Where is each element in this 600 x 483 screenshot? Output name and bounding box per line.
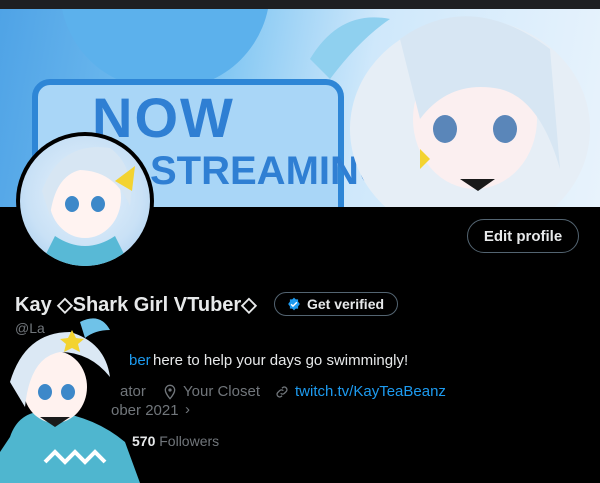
- get-verified-button[interactable]: Get verified: [274, 292, 398, 316]
- followers-label: Followers: [159, 433, 220, 449]
- verified-badge-icon: [288, 297, 300, 311]
- banner-shark-tail: [60, 9, 270, 89]
- website-text[interactable]: twitch.tv/KayTeaBeanz: [295, 383, 446, 400]
- link-icon: [276, 385, 288, 398]
- bio-text: here to help your days go swimmingly!: [153, 352, 409, 369]
- avatar-art: [40, 147, 135, 266]
- edit-profile-button[interactable]: Edit profile: [467, 219, 579, 253]
- chevron-right-icon: ›: [185, 401, 190, 418]
- profile-location: Your Closet: [162, 383, 260, 400]
- location-text: Your Closet: [183, 383, 260, 400]
- location-pin-icon: [164, 384, 176, 400]
- top-strip: [0, 0, 600, 9]
- profile-website[interactable]: twitch.tv/KayTeaBeanz: [274, 383, 446, 400]
- get-verified-label: Get verified: [307, 296, 385, 312]
- banner-character-art: [310, 16, 590, 207]
- mascot-sticker: [0, 318, 140, 483]
- avatar[interactable]: [20, 136, 150, 266]
